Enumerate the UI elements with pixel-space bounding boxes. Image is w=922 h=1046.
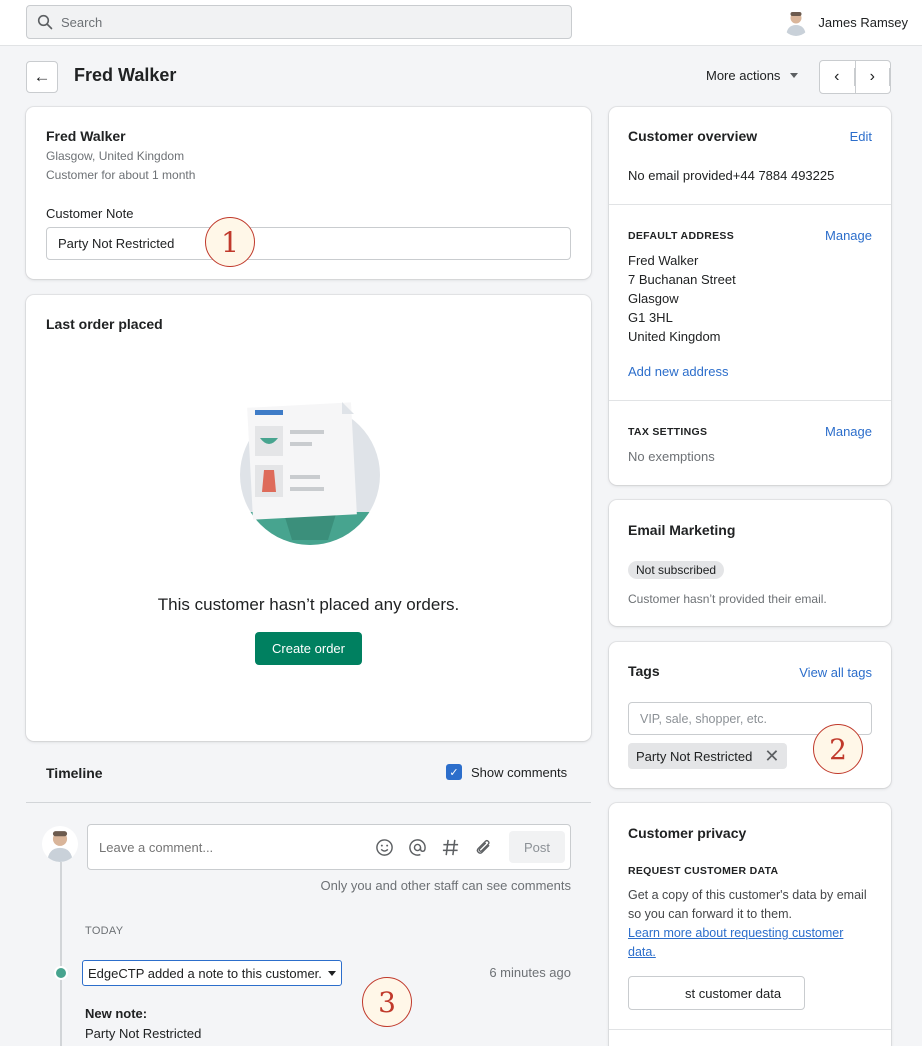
caret-down-icon	[327, 970, 336, 976]
annotation-3: 3	[362, 977, 412, 1027]
empty-orders-text: This customer hasn’t placed any orders.	[157, 595, 460, 614]
customer-name: Fred Walker	[46, 128, 126, 144]
privacy-divider	[609, 1029, 891, 1030]
note-body: Party Not Restricted	[85, 1026, 202, 1041]
privacy-title: Customer privacy	[628, 825, 747, 841]
next-customer-button[interactable]: ›	[856, 61, 890, 93]
address-line: G1 3HL	[628, 310, 673, 325]
email-marketing-note: Customer hasn’t provided their email.	[628, 592, 827, 606]
page-header: ← Fred Walker More actions ‹ ›	[26, 60, 892, 96]
request-data-button-label: st customer data	[685, 986, 782, 1001]
overview-contact: No email provided+44 7884 493225	[628, 168, 835, 183]
customer-note-input[interactable]	[46, 227, 571, 260]
address-line: Fred Walker	[628, 253, 699, 268]
add-address-link[interactable]: Add new address	[628, 364, 728, 379]
emoji-icon[interactable]	[375, 838, 394, 857]
tax-value: No exemptions	[628, 449, 715, 464]
timeline-section: Timeline ✓ Show comments Post Only you a…	[26, 752, 591, 1046]
customer-note-label: Customer Note	[46, 206, 134, 221]
timeline-event-time: 6 minutes ago	[489, 965, 571, 980]
timeline-line	[60, 862, 62, 1046]
annotation-1: 1	[205, 217, 255, 267]
request-data-heading: REQUEST CUSTOMER DATA	[628, 865, 779, 877]
page-title: Fred Walker	[74, 65, 177, 85]
annotation-2: 2	[813, 724, 863, 774]
timeline-event-toggle[interactable]: EdgeCTP added a note to this customer.	[82, 960, 342, 986]
timeline-title: Timeline	[46, 765, 103, 781]
show-comments-checkbox[interactable]: ✓ Show comments	[446, 764, 567, 780]
address-block: Fred Walker 7 Buchanan Street Glasgow G1…	[628, 251, 736, 346]
tag-chip: Party Not Restricted ✕	[628, 743, 788, 769]
user-menu[interactable]: James Ramsey	[782, 6, 908, 38]
more-actions-button[interactable]: More actions	[706, 68, 799, 83]
more-actions-label: More actions	[706, 68, 781, 83]
last-order-card: Last order placed This customer hasn’t p…	[26, 295, 591, 741]
post-button[interactable]: Post	[509, 831, 565, 863]
top-bar: James Ramsey	[0, 0, 922, 46]
subscription-status-badge: Not subscribed	[628, 561, 725, 579]
comment-helper-text: Only you and other staff can see comment…	[320, 878, 571, 893]
timeline-divider	[26, 802, 591, 803]
customer-location: Glasgow, United Kingdom	[46, 149, 185, 163]
address-manage-link[interactable]: Manage	[825, 228, 872, 243]
timeline-event-text: EdgeCTP added a note to this customer.	[88, 965, 322, 981]
overview-title: Customer overview	[628, 128, 758, 144]
overview-divider-1	[609, 204, 891, 205]
address-line: United Kingdom	[628, 329, 721, 344]
timeline-day-label: TODAY	[85, 925, 124, 937]
customer-card: Fred Walker Glasgow, United Kingdom Cust…	[26, 107, 591, 279]
request-data-button[interactable]: st customer data	[628, 976, 805, 1010]
tag-label: Party Not Restricted	[636, 748, 753, 764]
search-icon	[37, 14, 53, 30]
customer-privacy-card: Customer privacy REQUEST CUSTOMER DATA G…	[609, 803, 891, 1046]
privacy-description: Get a copy of this customer's data by em…	[628, 888, 867, 921]
empty-orders-illustration	[240, 402, 380, 545]
address-line: Glasgow	[628, 291, 679, 306]
back-button[interactable]: ←	[26, 61, 58, 93]
last-order-title: Last order placed	[46, 316, 163, 332]
chevron-left-icon: ‹	[820, 68, 855, 86]
email-marketing-title: Email Marketing	[628, 522, 736, 538]
hashtag-icon[interactable]	[441, 838, 460, 857]
tags-title: Tags	[628, 663, 660, 679]
note-heading: New note:	[85, 1006, 148, 1021]
comment-box: Post	[87, 824, 571, 870]
chevron-right-icon: ›	[856, 68, 890, 86]
attachment-icon[interactable]	[474, 838, 493, 857]
user-avatar	[782, 8, 811, 36]
user-name: James Ramsey	[818, 14, 908, 30]
checkbox-checked-icon: ✓	[446, 764, 462, 780]
caret-down-icon	[790, 73, 799, 78]
default-address-heading: DEFAULT ADDRESS	[628, 230, 735, 242]
address-line: 7 Buchanan Street	[628, 272, 736, 287]
search-input[interactable]	[61, 6, 561, 38]
previous-customer-button[interactable]: ‹	[820, 61, 856, 93]
customer-tenure: Customer for about 1 month	[46, 168, 196, 182]
comment-input[interactable]	[99, 833, 359, 861]
timeline-event-dot	[54, 966, 68, 980]
overview-edit-link[interactable]: Edit	[850, 129, 872, 144]
arrow-left-icon: ←	[33, 67, 51, 86]
overview-divider-2	[609, 400, 891, 401]
remove-tag-icon[interactable]: ✕	[764, 747, 779, 765]
learn-more-link[interactable]: Learn more about requesting customer dat…	[628, 924, 874, 962]
email-marketing-card: Email Marketing Not subscribed Customer …	[609, 500, 891, 626]
customer-overview-card: Customer overview Edit No email provided…	[609, 107, 891, 485]
create-order-button[interactable]: Create order	[255, 632, 362, 665]
view-all-tags-link[interactable]: View all tags	[799, 665, 872, 680]
tax-manage-link[interactable]: Manage	[825, 424, 872, 439]
mention-icon[interactable]	[408, 838, 427, 857]
pagination: ‹ ›	[819, 60, 891, 94]
tax-settings-heading: TAX SETTINGS	[628, 426, 708, 438]
search-bar[interactable]	[26, 5, 572, 39]
show-comments-label: Show comments	[471, 764, 568, 780]
staff-avatar	[42, 826, 78, 862]
